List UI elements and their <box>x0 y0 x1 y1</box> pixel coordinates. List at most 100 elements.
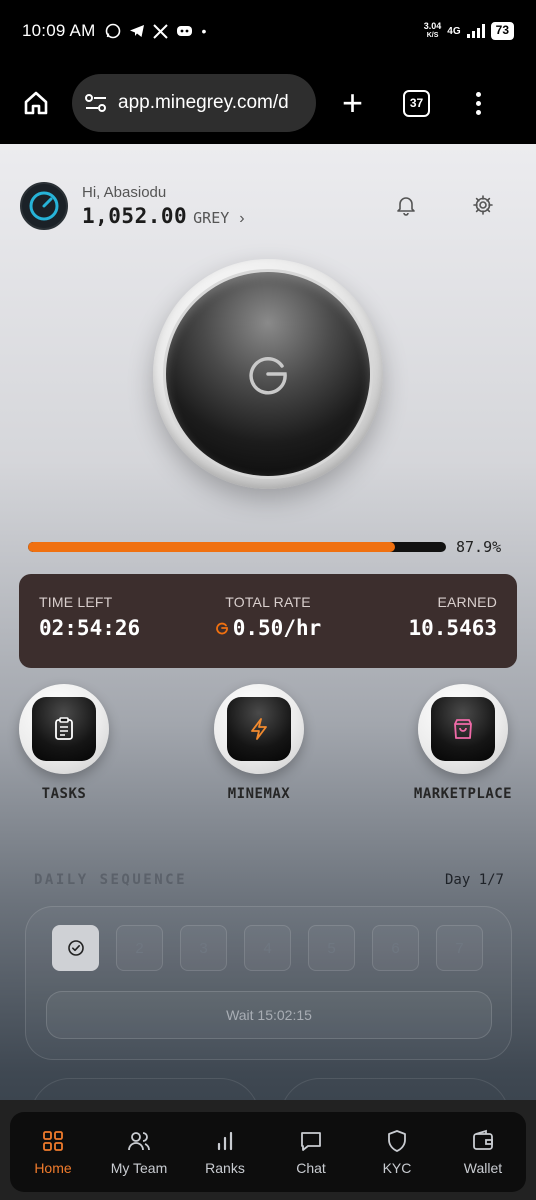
marketplace-action[interactable]: MARKETPLACE <box>403 684 523 802</box>
minemax-action[interactable]: MINEMAX <box>199 684 319 802</box>
telegram-icon <box>130 25 145 37</box>
day-7: 7 <box>436 925 483 971</box>
earned-value: 10.5463 <box>408 616 498 640</box>
tasks-label: TASKS <box>41 786 87 802</box>
day-1 <box>52 925 99 971</box>
tasks-action[interactable]: TASKS <box>4 684 124 802</box>
nav-label-home: Home <box>34 1160 72 1176</box>
time-left-value: 02:54:26 <box>39 616 141 640</box>
status-time: 10:09 AM <box>22 21 96 40</box>
status-right: 3.04 K/S 4G 73 <box>424 22 514 40</box>
minemax-tile <box>227 697 291 761</box>
browser-menu-icon[interactable] <box>476 91 482 115</box>
day-list: 2 3 4 5 6 7 <box>52 925 483 971</box>
mine-button[interactable] <box>153 259 383 489</box>
marketplace-label: MARKETPLACE <box>413 786 513 802</box>
tab-switcher-button[interactable]: 37 <box>403 89 431 117</box>
nav-item-ranks[interactable]: Ranks <box>185 1128 265 1176</box>
lightning-icon <box>251 718 267 740</box>
nav-label-kyc: KYC <box>382 1160 412 1176</box>
grey-coin-icon <box>215 622 228 635</box>
progress-track <box>28 542 446 552</box>
time-left-label: TIME LEFT <box>39 594 113 610</box>
nav-item-my-team[interactable]: My Team <box>99 1128 179 1176</box>
day-4: 4 <box>244 925 291 971</box>
new-tab-button[interactable]: + <box>342 85 363 121</box>
status-bar: 10:09 AM • 3.04 K/S 4G 73 <box>0 0 536 62</box>
nav-item-chat[interactable]: Chat <box>271 1128 351 1176</box>
balance-currency: GREY <box>193 209 230 227</box>
url-text[interactable]: app.minegrey.com/d <box>118 92 289 114</box>
balance-value: 1,052.00 <box>82 204 188 228</box>
users-icon <box>128 1132 150 1151</box>
nav-label-chat: Chat <box>296 1160 326 1176</box>
greeting-block: Hi, Abasiodu 1,052.00 GREY › <box>82 184 245 228</box>
signal-icon <box>466 24 485 38</box>
notification-icons: • <box>105 23 206 39</box>
nav-label-wallet: Wallet <box>463 1160 503 1176</box>
nav-item-home[interactable]: Home <box>13 1128 93 1176</box>
app-screen: Hi, Abasiodu 1,052.00 GREY › 87.9% TIME … <box>0 144 536 1200</box>
daily-sequence-title: DAILY SEQUENCE <box>34 872 188 888</box>
earned-label: EARNED <box>437 594 498 610</box>
daily-day-progress: Day 1/7 <box>444 872 504 888</box>
discord-icon <box>177 26 193 36</box>
total-rate-row: 0.50/hr <box>192 616 345 640</box>
user-header: Hi, Abasiodu 1,052.00 GREY › <box>20 180 516 232</box>
bottom-nav: Home My Team Ranks Chat KYC Wallet <box>10 1112 526 1192</box>
whatsapp-icon <box>106 23 121 39</box>
day-6: 6 <box>372 925 419 971</box>
marketplace-tile <box>431 697 495 761</box>
home-icon[interactable] <box>18 85 54 121</box>
address-bar[interactable]: app.minegrey.com/d <box>72 74 316 132</box>
clipboard-icon <box>55 717 73 740</box>
nav-label-my-team: My Team <box>110 1160 168 1176</box>
gear-icon[interactable] <box>472 194 494 221</box>
battery-icon: 73 <box>490 22 514 40</box>
more-notifications-dot: • <box>201 23 207 39</box>
daily-sequence-header: DAILY SEQUENCE Day 1/7 <box>34 872 504 888</box>
grid-icon <box>43 1131 63 1151</box>
mine-button-core <box>166 272 370 476</box>
mining-stats-card: TIME LEFT 02:54:26 TOTAL RATE 0.50/hr EA… <box>19 574 517 668</box>
quick-actions: TASKS MINEMAX MARKETPLACE <box>0 684 536 804</box>
avatar[interactable] <box>20 182 68 230</box>
chevron-right-icon: › <box>239 210 245 227</box>
speed-unit: K/S <box>426 32 439 39</box>
time-left-stat: TIME LEFT 02:54:26 <box>39 594 192 668</box>
balance-row[interactable]: 1,052.00 GREY › <box>82 204 245 228</box>
x-icon <box>153 23 169 39</box>
day-2: 2 <box>116 925 163 971</box>
marketplace-button[interactable] <box>418 684 508 774</box>
check-circle-icon <box>67 940 84 956</box>
wallet-icon <box>473 1129 493 1150</box>
greeting-text: Hi, Abasiodu <box>82 184 167 201</box>
progress-fill <box>28 542 396 552</box>
browser-toolbar: app.minegrey.com/d + 37 <box>0 62 536 144</box>
chat-icon <box>301 1132 321 1151</box>
daily-claim-button[interactable]: Wait 15:02:15 <box>46 991 492 1039</box>
nav-item-wallet[interactable]: Wallet <box>443 1128 523 1176</box>
total-rate-label: TOTAL RATE <box>225 594 311 610</box>
bell-icon[interactable] <box>395 194 417 221</box>
nav-label-ranks: Ranks <box>205 1160 245 1176</box>
minemax-button[interactable] <box>214 684 304 774</box>
site-settings-icon[interactable] <box>84 93 108 113</box>
total-rate-stat: TOTAL RATE 0.50/hr <box>192 594 345 668</box>
tasks-tile <box>32 697 96 761</box>
day-3: 3 <box>180 925 227 971</box>
speed-value: 3.04 <box>423 21 442 31</box>
tasks-button[interactable] <box>19 684 109 774</box>
progress-percent: 87.9% <box>456 538 502 556</box>
nav-item-kyc[interactable]: KYC <box>357 1128 437 1176</box>
bar-chart-icon <box>217 1131 233 1151</box>
day-5: 5 <box>308 925 355 971</box>
gauge-icon <box>29 191 59 221</box>
shopping-bag-icon <box>454 719 472 739</box>
minemax-label: MINEMAX <box>227 786 291 802</box>
earned-stat: EARNED 10.5463 <box>344 594 498 668</box>
total-rate-value: 0.50/hr <box>232 616 322 640</box>
daily-sequence-card: 2 3 4 5 6 7 Wait 15:02:15 <box>25 906 512 1060</box>
mining-progress: 87.9% <box>28 536 518 558</box>
grey-logo-icon <box>249 357 287 395</box>
